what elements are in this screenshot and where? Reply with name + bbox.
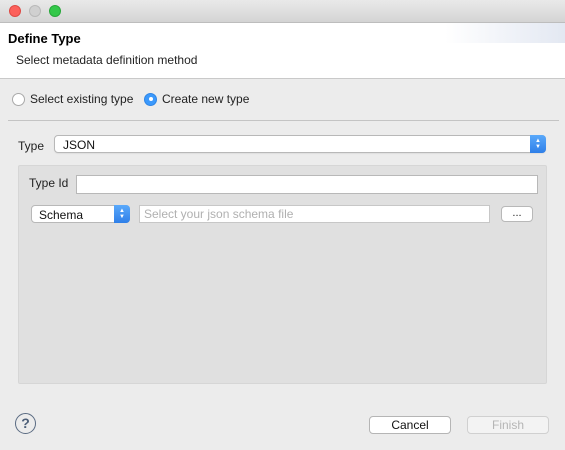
title-bar[interactable]	[0, 0, 565, 23]
wizard-header: Define Type Select metadata definition m…	[0, 23, 565, 79]
select-arrows-icon: ▲ ▼	[114, 205, 130, 223]
page-subtitle: Select metadata definition method	[16, 53, 198, 67]
cancel-button[interactable]: Cancel	[369, 416, 451, 434]
help-icon[interactable]: ?	[15, 413, 36, 434]
radio-label-select-existing: Select existing type	[30, 92, 134, 106]
source-kind-select[interactable]: Schema ▲ ▼	[31, 205, 130, 223]
type-id-input[interactable]	[76, 175, 538, 194]
schema-file-input[interactable]	[139, 205, 490, 223]
radio-create-new-type[interactable]: Create new type	[144, 91, 249, 107]
type-id-label: Type Id	[29, 176, 69, 190]
finish-button[interactable]: Finish	[467, 416, 549, 434]
define-type-dialog: Define Type Select metadata definition m…	[0, 0, 565, 450]
type-select-value: JSON	[63, 138, 96, 152]
header-decoration	[445, 23, 565, 43]
source-kind-value: Schema	[39, 208, 84, 222]
radio-select-existing-type[interactable]: Select existing type	[12, 91, 133, 107]
maximize-window-icon[interactable]	[49, 5, 61, 17]
minimize-window-icon[interactable]	[29, 5, 41, 17]
radio-button-checked-icon[interactable]	[144, 92, 157, 106]
type-select[interactable]: JSON ▲ ▼	[54, 135, 546, 153]
page-title: Define Type	[8, 31, 81, 46]
type-details-panel	[18, 165, 547, 384]
section-divider	[8, 120, 559, 121]
browse-button[interactable]: ...	[501, 206, 533, 222]
type-label: Type	[18, 139, 45, 153]
close-window-icon[interactable]	[9, 5, 21, 17]
radio-label-create-new: Create new type	[162, 92, 250, 106]
select-arrows-icon: ▲ ▼	[530, 135, 546, 153]
radio-button-unchecked-icon[interactable]	[12, 92, 25, 106]
